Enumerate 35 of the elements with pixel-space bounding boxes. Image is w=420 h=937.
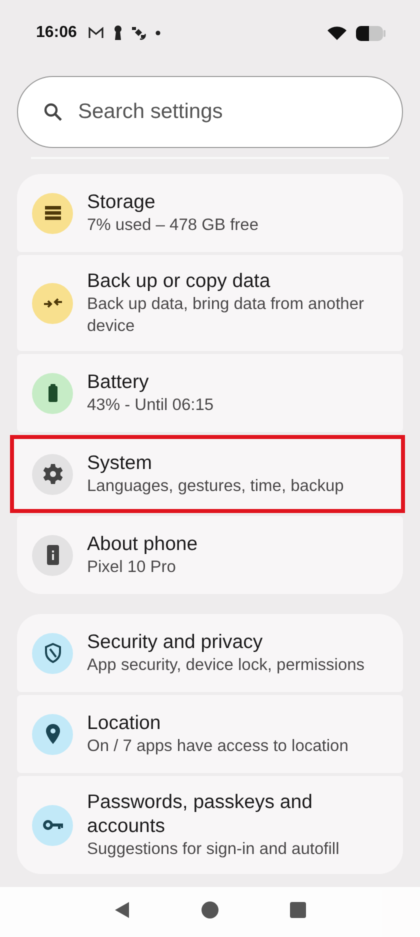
item-title: Location [87, 711, 162, 735]
keyhole-icon [112, 25, 123, 41]
settings-item[interactable]: Battery 43% - Until 06:15 [17, 354, 403, 432]
item-subtitle: Back up data, bring data from another device [87, 294, 366, 337]
item-subtitle: 43% - Until 06:15 [87, 395, 214, 416]
home-icon[interactable] [200, 901, 219, 919]
item-title: Passwords, passkeys and accounts [87, 790, 314, 838]
settings-item[interactable]: Storage 7% used – 478 GB free [17, 174, 403, 252]
item-subtitle: Languages, gestures, time, backup [87, 476, 344, 497]
mail-icon [88, 27, 104, 39]
item-title: Battery [87, 370, 150, 394]
settings-item[interactable]: Passwords, passkeys and accounts Suggestions for sign-in and autofill [17, 776, 403, 874]
item-title: Security and privacy [87, 630, 264, 654]
settings-item[interactable]: Security and privacy App security, device lock, permissions [17, 614, 403, 692]
settings-item[interactable]: Location On / 7 apps have access to location [17, 695, 403, 773]
item-subtitle: App security, device lock, permissions [87, 655, 365, 676]
item-title: Storage [87, 190, 156, 214]
settings-item[interactable]: About phone Pixel 10 Pro [17, 516, 403, 594]
wifi-icon [327, 26, 347, 40]
item-subtitle: Pixel 10 Pro [87, 557, 177, 578]
search-field[interactable]: Search settings [17, 76, 403, 148]
dot-icon [154, 30, 161, 36]
item-subtitle: 7% used – 478 GB free [87, 215, 259, 236]
search-icon [43, 102, 63, 122]
item-title: About phone [87, 532, 198, 556]
status-time: 16:06 [36, 24, 77, 42]
item-subtitle: On / 7 apps have access to location [87, 736, 348, 757]
settings-item[interactable]: System Languages, gestures, time, backup [10, 435, 405, 513]
item-title: System [87, 451, 154, 475]
settings-item[interactable]: Back up or copy data Back up data, bring data from another device [17, 255, 403, 351]
back-icon[interactable] [114, 901, 130, 919]
recents-icon[interactable] [290, 902, 306, 918]
item-subtitle: Suggestions for sign-in and autofill [87, 839, 340, 860]
item-title: Back up or copy data [87, 269, 272, 293]
battery-status-icon [356, 26, 386, 40]
